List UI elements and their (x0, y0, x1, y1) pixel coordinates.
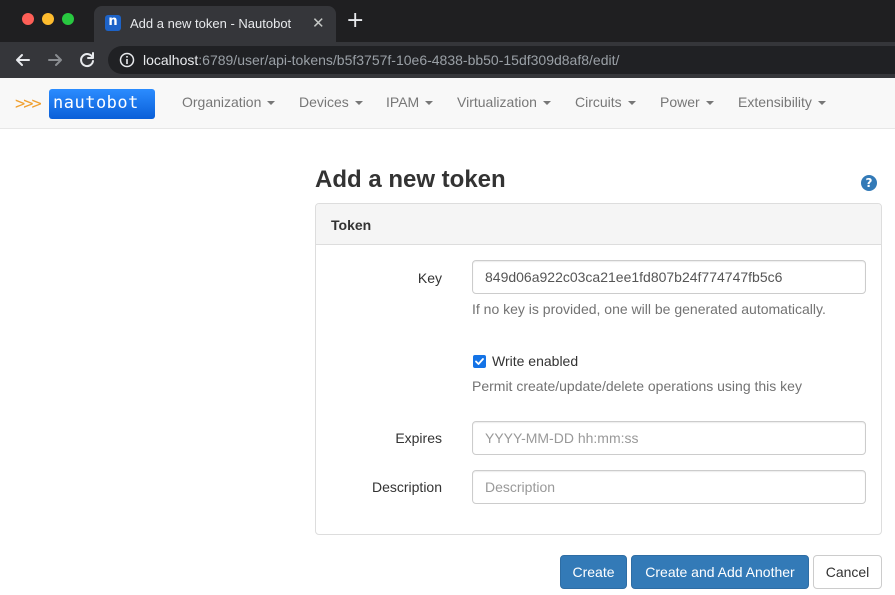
nav-menu-devices[interactable]: Devices (299, 94, 363, 110)
app-navbar: >>> nautobot Organization Devices IPAM V… (0, 78, 895, 129)
nav-menu-label: Circuits (575, 94, 622, 110)
checkmark-icon (475, 358, 484, 365)
caret-down-icon (542, 101, 551, 106)
key-label: Key (417, 270, 442, 286)
url-host: localhost (143, 52, 199, 68)
description-input[interactable] (472, 470, 866, 504)
reload-icon[interactable] (77, 50, 97, 70)
nav-menu-organization[interactable]: Organization (182, 94, 276, 110)
nav-menu-label: Extensibility (738, 94, 812, 110)
maximize-window-button[interactable] (62, 13, 74, 25)
caret-down-icon (267, 101, 276, 106)
caret-down-icon (354, 101, 363, 106)
back-arrow-icon[interactable] (13, 50, 33, 70)
nautobot-favicon-icon: n (105, 15, 121, 31)
help-icon[interactable]: ? (861, 175, 877, 191)
nav-menu-circuits[interactable]: Circuits (575, 94, 636, 110)
nav-menu-power[interactable]: Power (660, 94, 714, 110)
browser-toolbar: localhost:6789/user/api-tokens/b5f3757f-… (0, 42, 895, 78)
caret-down-icon (627, 101, 636, 106)
write-enabled-help-text: Permit create/update/delete operations u… (472, 378, 802, 394)
site-info-icon[interactable] (119, 52, 135, 68)
close-window-button[interactable] (22, 13, 34, 25)
caret-down-icon (425, 101, 434, 106)
create-button[interactable]: Create (560, 555, 627, 589)
nav-menu-label: Organization (182, 94, 262, 110)
brand-text: nautobot (53, 93, 139, 113)
key-help-text: If no key is provided, one will be gener… (472, 301, 826, 317)
description-label: Description (371, 479, 442, 495)
panel-title: Token (331, 217, 372, 233)
caret-down-icon (817, 101, 826, 106)
caret-down-icon (705, 101, 714, 106)
tab-close-icon[interactable]: ✕ (312, 15, 325, 31)
token-panel: Token Key If no key is provided, one wil… (315, 203, 882, 535)
cancel-button[interactable]: Cancel (813, 555, 882, 589)
nautobot-logo[interactable]: nautobot (49, 89, 155, 119)
url-path: :6789/user/api-tokens/b5f3757f-10e6-4838… (198, 52, 620, 68)
minimize-window-button[interactable] (42, 13, 54, 25)
expires-label: Expires (395, 430, 442, 446)
browser-titlebar: n Add a new token - Nautobot ✕ + (0, 0, 895, 42)
address-bar[interactable]: localhost:6789/user/api-tokens/b5f3757f-… (108, 46, 895, 74)
new-tab-button[interactable]: + (346, 10, 364, 32)
page-title: Add a new token (315, 166, 506, 193)
panel-heading: Token (316, 204, 881, 245)
expires-input[interactable] (472, 421, 866, 455)
nav-menu-extensibility[interactable]: Extensibility (738, 94, 826, 110)
nav-menu-label: Power (660, 94, 700, 110)
create-and-add-another-button[interactable]: Create and Add Another (631, 555, 809, 589)
nav-menu-ipam[interactable]: IPAM (386, 94, 434, 110)
write-enabled-label[interactable]: Write enabled (492, 353, 578, 369)
nav-menu-label: IPAM (386, 94, 420, 110)
forward-arrow-icon[interactable] (45, 50, 65, 70)
url-text: localhost:6789/user/api-tokens/b5f3757f-… (143, 52, 619, 68)
tab-title: Add a new token - Nautobot (130, 16, 292, 31)
browser-tab[interactable]: n Add a new token - Nautobot ✕ (94, 6, 336, 42)
write-enabled-checkbox[interactable] (473, 355, 486, 368)
nav-menu-label: Virtualization (457, 94, 537, 110)
nav-menu-virtualization[interactable]: Virtualization (457, 94, 551, 110)
nav-menu-label: Devices (299, 94, 349, 110)
key-input[interactable] (472, 260, 866, 294)
brand-arrows-logo: >>> (15, 94, 42, 114)
